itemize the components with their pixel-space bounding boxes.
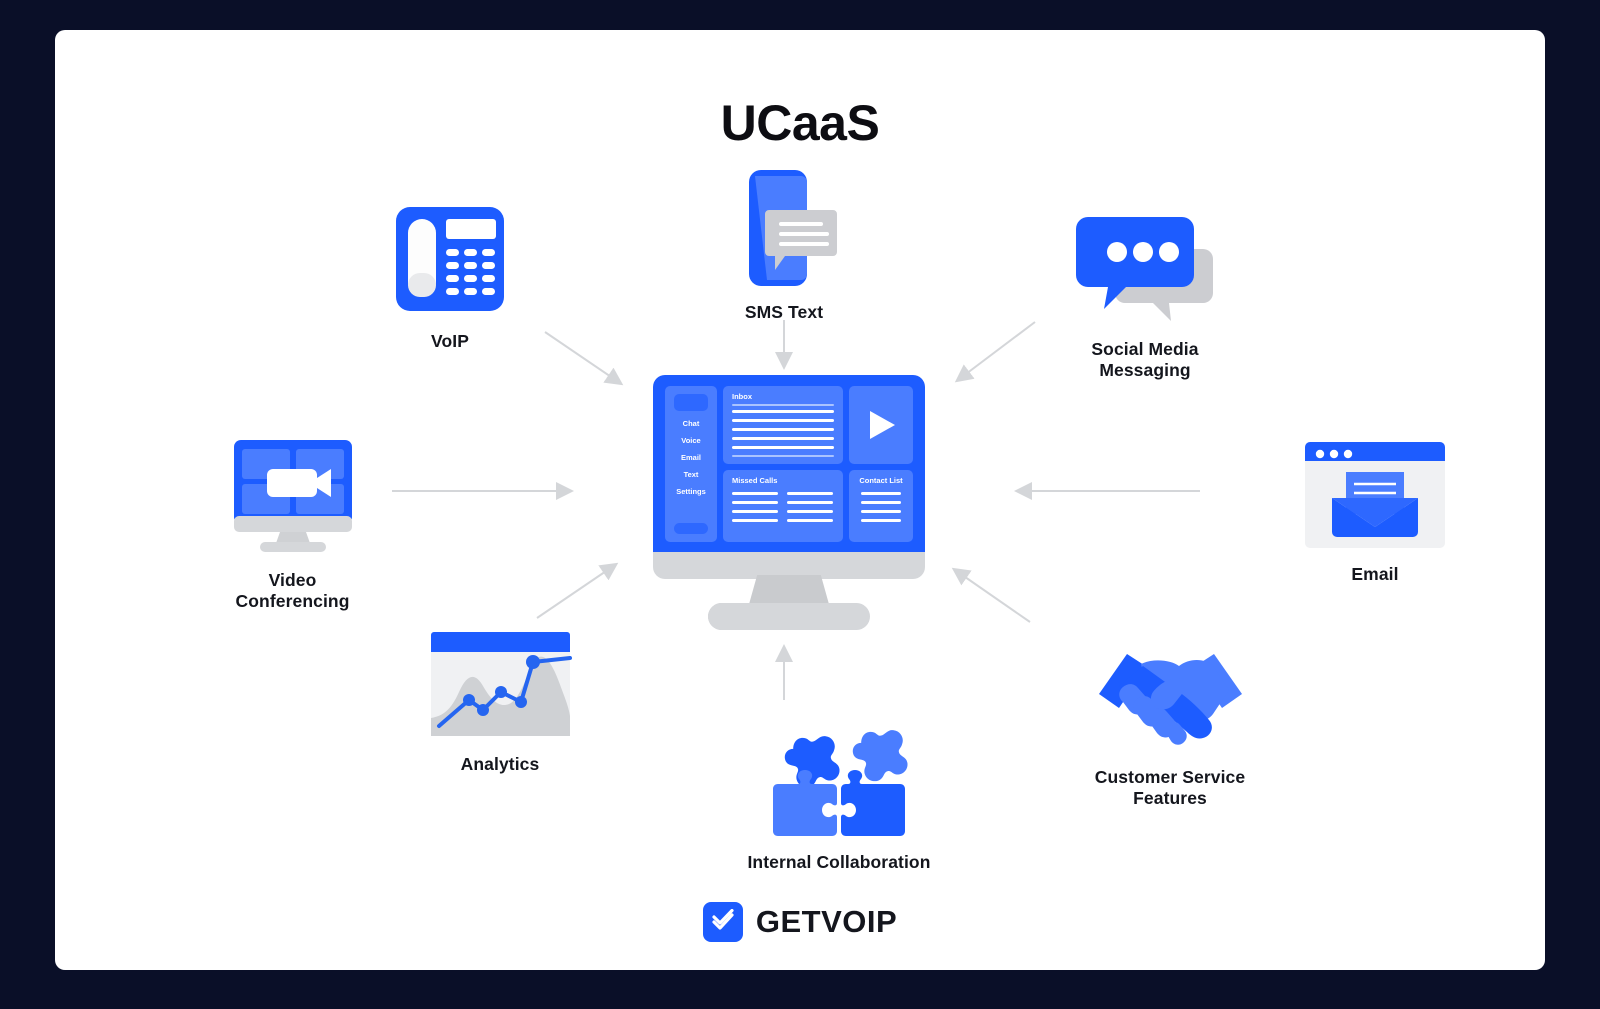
- node-label-analytics: Analytics: [460, 754, 540, 774]
- missed-call-row: [732, 519, 778, 522]
- node-video-conferencing[interactable]: Video Conferencing: [175, 438, 410, 611]
- node-label-video-conferencing: Video Conferencing: [235, 570, 350, 611]
- envelope-window-icon: [1305, 442, 1445, 548]
- missed-call-row: [787, 501, 833, 504]
- node-sms[interactable]: SMS Text: [694, 168, 874, 323]
- inbox-row: [732, 410, 834, 413]
- node-label-internal-collaboration: Internal Collaboration: [747, 852, 931, 872]
- page-title: UCaaS: [720, 95, 880, 151]
- sidebar-item-email[interactable]: Email: [665, 453, 717, 462]
- sidebar-item-chat[interactable]: Chat: [665, 419, 717, 428]
- getvoip-wordmark: GETVOIP: [755, 904, 898, 939]
- diagram-canvas: UCaaS Chat Voice Email Text Settings Inb…: [0, 0, 1600, 1009]
- handshake-icon: [1098, 654, 1242, 745]
- contact-row: [861, 519, 901, 522]
- sidebar-logo-chip: [674, 394, 708, 411]
- node-customer-service[interactable]: Customer Service Features: [1055, 638, 1285, 808]
- missed-call-row: [787, 519, 833, 522]
- getvoip-logo[interactable]: GETVOIP: [55, 902, 1545, 942]
- node-label-voip: VoIP: [431, 331, 469, 351]
- video-preview-panel[interactable]: [849, 386, 913, 464]
- node-social[interactable]: Social Media Messaging: [1030, 205, 1260, 380]
- monitor-base: [708, 603, 870, 630]
- inbox-divider: [732, 404, 834, 406]
- contact-row: [861, 492, 901, 495]
- inbox-row: [732, 446, 834, 449]
- sidebar-item-settings[interactable]: Settings: [665, 487, 717, 496]
- arrow-voip-to-center: [544, 331, 624, 386]
- double-check-icon: [702, 902, 743, 942]
- video-monitor-icon: [233, 440, 352, 552]
- inbox-row: [732, 437, 834, 440]
- missed-call-row: [732, 501, 778, 504]
- node-voip[interactable]: VoIP: [360, 205, 540, 352]
- app-sidebar: Chat Voice Email Text Settings: [665, 386, 717, 542]
- arrow-analytics-to-center: [536, 562, 619, 619]
- white-content-card: UCaaS Chat Voice Email Text Settings Inb…: [55, 30, 1545, 970]
- inbox-row: [732, 428, 834, 431]
- node-label-email: Email: [1351, 564, 1399, 584]
- puzzle-pieces-icon: [773, 730, 908, 836]
- node-label-sms: SMS Text: [744, 302, 824, 322]
- contact-row: [861, 501, 901, 504]
- contact-list-title: Contact List: [859, 476, 903, 485]
- node-email[interactable]: Email: [1275, 440, 1475, 585]
- inbox-row: [732, 455, 834, 457]
- line-chart-icon: [430, 632, 572, 736]
- monitor-screen: Chat Voice Email Text Settings Inbox Mis…: [653, 375, 925, 552]
- inbox-row: [732, 419, 834, 422]
- ucaas-platform-monitor: Chat Voice Email Text Settings Inbox Mis…: [653, 375, 925, 630]
- chat-bubbles-icon: [1075, 217, 1213, 321]
- desk-phone-icon: [396, 207, 504, 311]
- inbox-panel[interactable]: Inbox: [723, 386, 843, 464]
- node-label-customer-service: Customer Service Features: [1094, 767, 1246, 808]
- contact-row: [861, 510, 901, 513]
- missed-call-row: [787, 510, 833, 513]
- missed-call-row: [787, 492, 833, 495]
- sidebar-bottom-chip: [674, 523, 708, 534]
- sidebar-item-text[interactable]: Text: [665, 470, 717, 479]
- sms-phone-icon: [749, 170, 837, 286]
- sidebar-item-voice[interactable]: Voice: [665, 436, 717, 445]
- inbox-title: Inbox: [732, 392, 752, 401]
- node-internal-collaboration[interactable]: Internal Collaboration: [694, 718, 984, 873]
- missed-call-row: [732, 492, 778, 495]
- monitor-bezel: [653, 552, 925, 579]
- arrow-social-to-center: [954, 321, 1036, 383]
- missed-calls-title: Missed Calls: [732, 476, 778, 485]
- node-analytics[interactable]: Analytics: [385, 630, 615, 775]
- contact-list-panel[interactable]: Contact List: [849, 470, 913, 542]
- missed-call-row: [732, 510, 778, 513]
- play-icon[interactable]: [870, 411, 895, 439]
- arrow-customer-to-center: [951, 567, 1031, 623]
- missed-calls-panel[interactable]: Missed Calls: [723, 470, 843, 542]
- node-label-social: Social Media Messaging: [1091, 339, 1199, 380]
